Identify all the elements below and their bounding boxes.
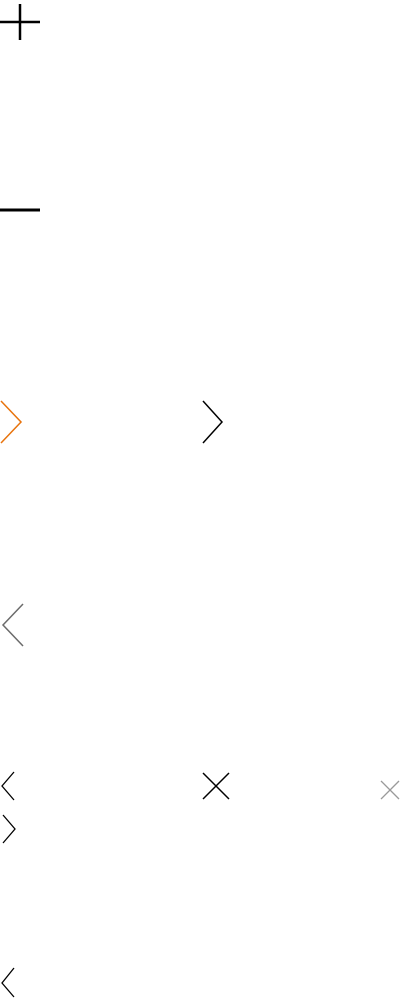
chevron-right-icon[interactable] [0, 400, 24, 444]
chevron-right-icon[interactable] [0, 813, 18, 845]
close-icon[interactable] [378, 778, 402, 802]
plus-icon[interactable] [0, 4, 40, 40]
close-icon[interactable] [200, 770, 232, 802]
chevron-right-icon[interactable] [200, 400, 224, 444]
chevron-left-icon[interactable] [0, 603, 26, 647]
chevron-left-icon[interactable] [0, 966, 18, 999]
chevron-left-icon[interactable] [0, 770, 18, 802]
minus-icon[interactable] [0, 200, 40, 220]
